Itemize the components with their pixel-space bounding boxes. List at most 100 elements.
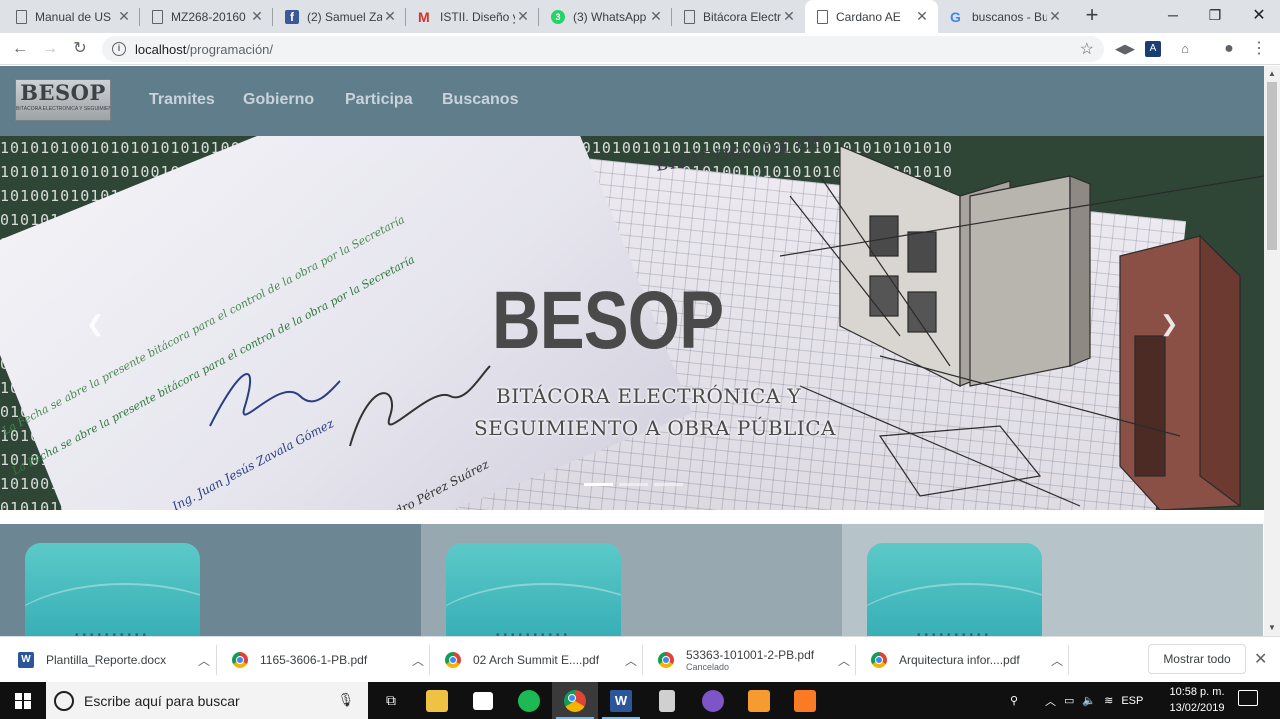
close-icon[interactable]: ✕ [249,8,265,25]
menu-icon[interactable]: ⋮ [1249,39,1269,59]
address-bar[interactable]: i localhost/programación/ ☆ [102,36,1104,62]
close-icon[interactable]: ✕ [648,8,664,25]
extension-icon[interactable]: ⌂ [1175,39,1195,59]
carousel-indicators [584,483,683,486]
volume-icon[interactable]: 🔈 [1082,694,1096,707]
download-name: Arquitectura infor....pdf [899,653,1020,667]
tab-1[interactable]: Manual de US ✕ [4,0,140,33]
notification-center-icon[interactable] [1238,690,1258,706]
chevron-up-icon[interactable]: ︿ [408,652,428,669]
scrollbar-thumb[interactable] [1267,82,1277,250]
forward-button[interactable]: → [38,37,62,61]
battery-icon[interactable]: ▭ [1064,694,1074,707]
tab-title: Manual de US [35,9,112,24]
sublime-text-icon[interactable] [736,682,782,719]
download-item[interactable]: W Plantilla_Reporte.docx ︿ [18,637,214,683]
feature-tile-1[interactable]: •••••••••• [25,543,200,636]
chevron-up-icon[interactable]: ︿ [834,652,854,669]
site-logo[interactable]: BESOP BITÁCORA ELECTRÓNICA Y SEGUIMIENTO… [15,79,111,121]
signature-scribble [209,365,491,447]
maximize-button[interactable]: ❐ [1192,0,1238,30]
tab-title: Cardano AE [836,9,901,24]
extension-icon[interactable]: ◀▶ [1115,39,1135,59]
download-item[interactable]: 1165-3606-1-PB.pdf ︿ [232,637,428,683]
language-indicator[interactable]: ESP [1121,695,1143,707]
scroll-up-arrow-icon[interactable]: ▲ [1264,66,1280,82]
nav-link-participa[interactable]: Participa [345,91,413,109]
system-clock[interactable]: 10:58 p. m. 13/02/2019 [1160,684,1234,716]
xampp-icon[interactable] [782,682,828,719]
tab-4[interactable]: M ISTII. Diseño y ✕ [406,0,539,33]
download-item[interactable]: Arquitectura infor....pdf ︿ [871,637,1067,683]
new-tab-button[interactable]: + [1080,4,1104,28]
taskbar-search[interactable]: Escribe aquí para buscar 🎙 [46,682,368,719]
tab-3[interactable]: f (2) Samuel Zal ✕ [273,0,406,33]
calculator-icon[interactable] [644,682,690,719]
chevron-up-icon[interactable]: ︿ [1047,652,1067,669]
chrome-icon [445,652,461,668]
chevron-up-icon[interactable]: ︿ [621,652,641,669]
chrome-taskbar-icon[interactable] [552,682,598,719]
feature-tile-3[interactable]: •••••••••• [867,543,1042,636]
cortana-icon [54,690,74,711]
reload-button[interactable]: ↻ [68,37,92,61]
close-icon[interactable]: ✕ [515,8,531,25]
show-all-downloads-button[interactable]: Mostrar todo [1148,644,1246,674]
info-icon[interactable]: i [112,42,126,56]
people-icon[interactable]: ⚲ [1010,682,1018,719]
carousel-indicator-2[interactable] [619,483,648,486]
profile-icon[interactable]: ● [1219,39,1239,59]
close-icon[interactable]: ✕ [781,8,797,25]
github-desktop-icon[interactable] [690,682,736,719]
download-name: 1165-3606-1-PB.pdf [260,653,368,667]
tab-8[interactable]: G buscanos - Bu ✕ [938,0,1071,33]
nav-link-tramites[interactable]: Tramites [149,91,215,109]
page-scrollbar[interactable]: ▲ ▼ [1264,66,1280,636]
tab-5[interactable]: 3 (3) WhatsApp ✕ [539,0,672,33]
close-icon[interactable]: ✕ [116,8,132,25]
clock-time: 10:58 p. m. [1169,686,1225,698]
download-name-wrap: 53363-101001-2-PB.pdf Cancelado [686,648,834,672]
scroll-down-arrow-icon[interactable]: ▼ [1264,620,1280,636]
tab-2[interactable]: MZ268-20160 ✕ [140,0,273,33]
document-icon [152,9,163,24]
whatsapp-icon: 3 [551,9,565,24]
download-item[interactable]: 02 Arch Summit E....pdf ︿ [445,637,641,683]
tray-overflow-chevron-icon[interactable]: ︿ [1045,693,1056,709]
download-name: Plantilla_Reporte.docx [46,653,167,667]
task-view-icon[interactable]: ⧉ [368,682,414,719]
file-explorer-icon[interactable] [414,682,460,719]
close-icon[interactable]: ✕ [914,8,930,25]
minimize-button[interactable]: ─ [1150,0,1196,30]
microphone-icon[interactable]: 🎙 [337,692,354,708]
wifi-icon[interactable]: ≋ [1104,694,1113,707]
close-icon[interactable]: ✕ [1047,8,1063,25]
close-icon[interactable]: ✕ [382,8,398,25]
start-button[interactable] [0,682,46,719]
chevron-up-icon[interactable]: ︿ [194,652,214,669]
close-download-shelf-icon[interactable]: ✕ [1254,649,1267,669]
carousel-next-chevron-icon[interactable]: ❯ [1160,311,1178,337]
tab-7-active[interactable]: Cardano AE ✕ [805,0,938,33]
bookmark-star-icon[interactable]: ☆ [1080,39,1094,59]
nav-link-buscanos[interactable]: Buscanos [442,91,518,109]
extension-icon[interactable]: A [1145,41,1161,57]
carousel-prev-chevron-icon[interactable]: ❮ [86,311,104,337]
google-icon: G [950,8,961,25]
feature-tile-2[interactable]: •••••••••• [446,543,621,636]
back-button[interactable]: ← [8,37,32,61]
carousel-indicator-1[interactable] [584,483,613,486]
tab-6[interactable]: Bitácora Electr ✕ [672,0,805,33]
nav-link-gobierno[interactable]: Gobierno [243,91,314,109]
window-close-button[interactable]: ✕ [1236,0,1280,30]
download-status: Cancelado [686,662,730,672]
feature-column-1: •••••••••• [0,524,421,636]
document-icon [684,9,695,24]
tab-title: (3) WhatsApp [573,9,647,24]
spotify-icon[interactable] [506,682,552,719]
windows-logo-icon [15,692,31,709]
store-icon[interactable] [460,682,506,719]
download-item-cancelled[interactable]: 53363-101001-2-PB.pdf Cancelado ︿ [658,637,854,683]
word-taskbar-icon[interactable]: W [598,682,644,719]
carousel-indicator-3[interactable] [654,483,683,486]
